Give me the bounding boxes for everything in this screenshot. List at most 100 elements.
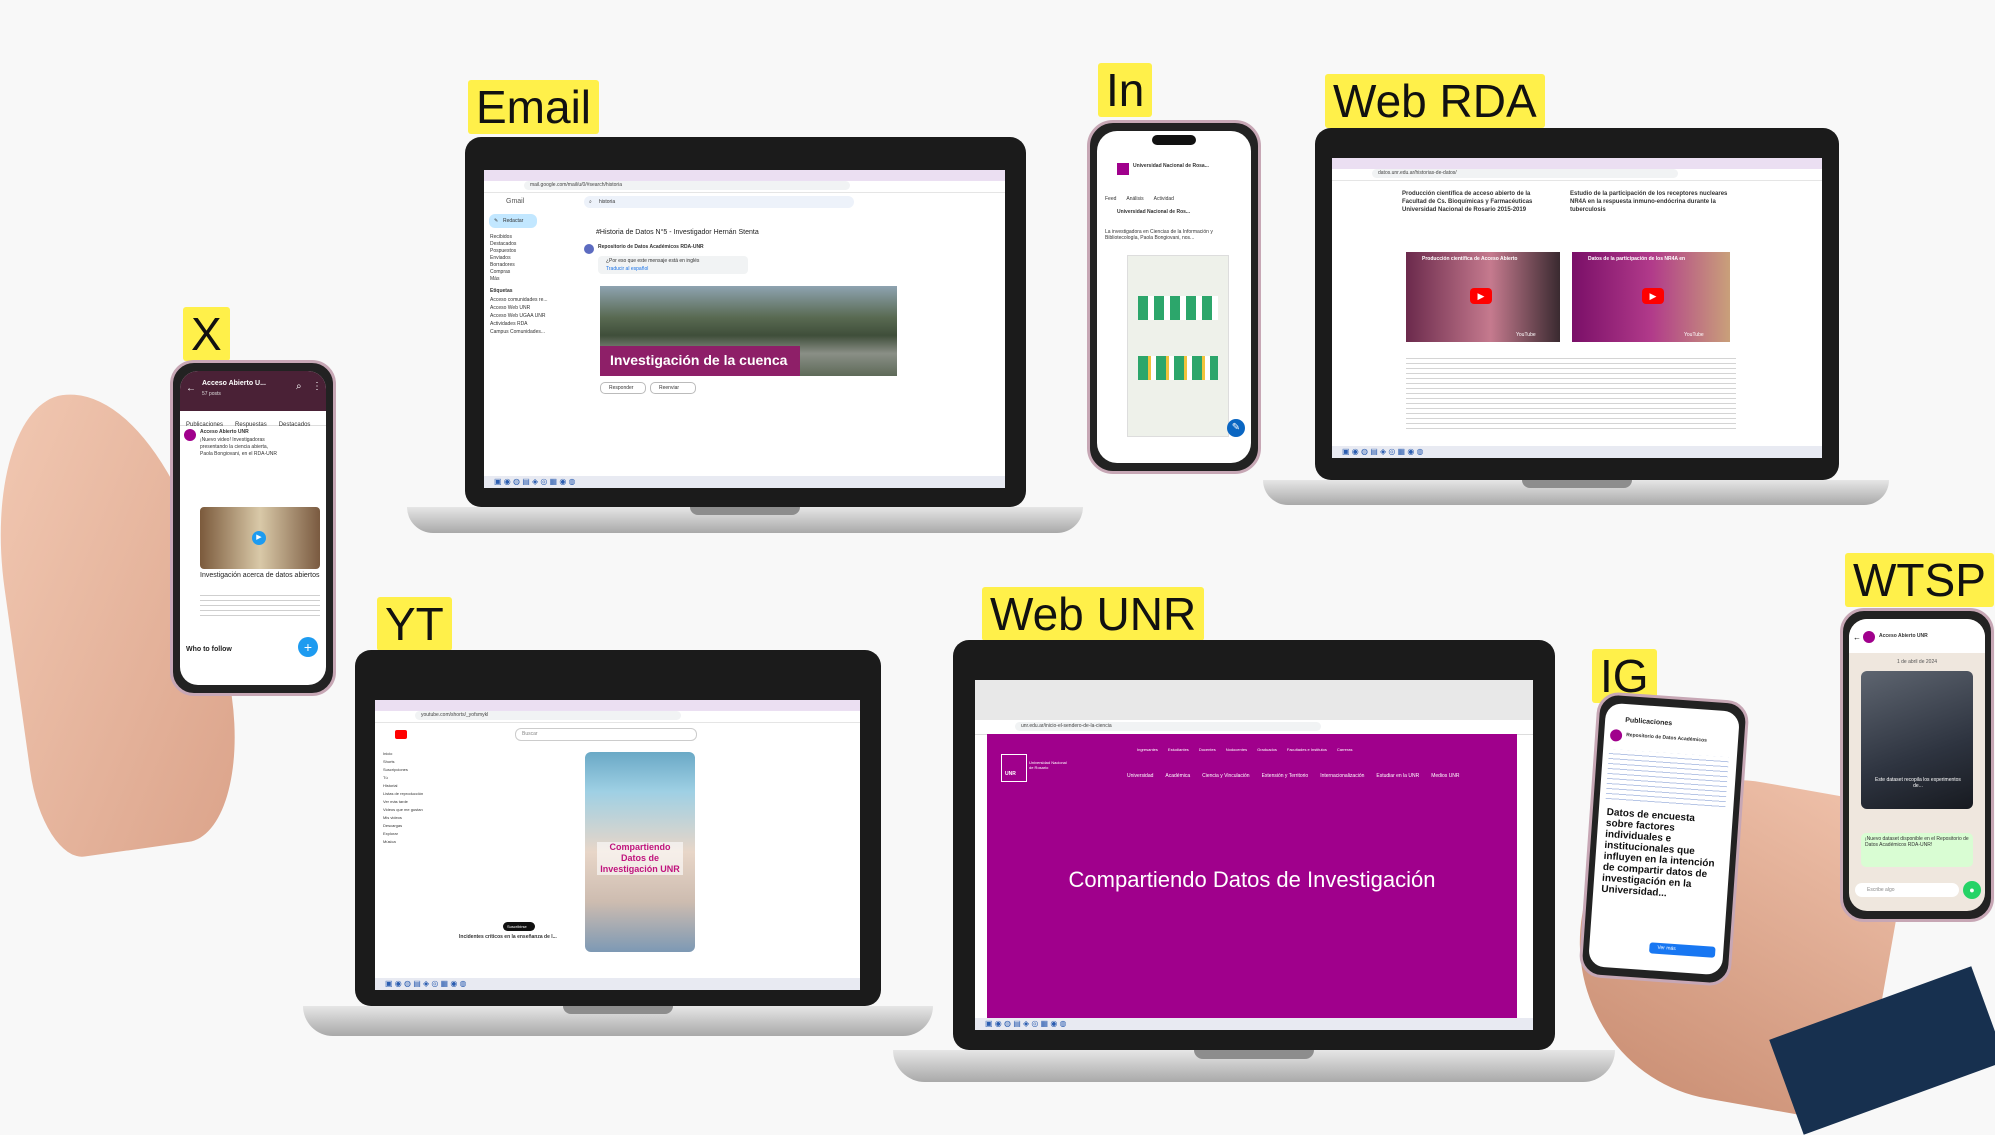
- gmail-logo[interactable]: Gmail: [506, 197, 524, 206]
- rda-citation-lines: [1406, 354, 1736, 430]
- yt-subscribe-button[interactable]: Suscribirse: [503, 922, 535, 931]
- youtube-logo[interactable]: [395, 730, 429, 739]
- gmail-label-item[interactable]: Acceso Web UGAA UNR: [490, 312, 575, 320]
- translate-link[interactable]: Traducir al español: [606, 266, 648, 272]
- unr-nav-link[interactable]: Estudiar en la UNR: [1376, 773, 1419, 779]
- gmail-nav-item[interactable]: Recibidos: [490, 234, 570, 241]
- back-arrow-icon[interactable]: ←: [186, 383, 196, 394]
- x-video-thumbnail[interactable]: ▶: [200, 507, 320, 569]
- gmail-label-item[interactable]: Actividades RDA: [490, 320, 575, 328]
- yt-nav-item[interactable]: Explorar: [383, 830, 453, 838]
- rda-video-2[interactable]: Datos de la participación de los NR4A en…: [1572, 252, 1730, 342]
- yt-nav-item[interactable]: Tú: [383, 774, 453, 782]
- gmail-nav-item[interactable]: Destacados: [490, 241, 570, 248]
- yt-search-input[interactable]: Buscar: [515, 728, 697, 741]
- compose-fab[interactable]: +: [298, 637, 318, 657]
- email-url[interactable]: mail.google.com/mail/u/0/#search/histori…: [524, 181, 850, 190]
- search-icon[interactable]: ⌕: [296, 381, 302, 392]
- unr-top-link[interactable]: Ingresantes: [1137, 747, 1158, 752]
- gmail-nav-item[interactable]: Borradores: [490, 262, 570, 269]
- unr-nav-link[interactable]: Ciencia y Vinculación: [1202, 773, 1249, 779]
- ig-text-lines: [1605, 748, 1729, 810]
- unr-top-link[interactable]: Carreras: [1337, 747, 1353, 752]
- unr-top-link[interactable]: Docentes: [1199, 747, 1216, 752]
- in-tab[interactable]: Feed: [1105, 196, 1116, 202]
- unr-nav-link[interactable]: Extensión y Territorio: [1262, 773, 1309, 779]
- unr-logo[interactable]: UNR: [1001, 754, 1027, 782]
- x-tab[interactable]: Destacados: [279, 422, 311, 428]
- gmail-label-item[interactable]: Campus Comunidades...: [490, 328, 575, 336]
- taskbar-icons: ▣ ◉ ◍ ▤ ◈ ◎ ▦ ◉ ◍: [494, 477, 576, 486]
- unr-nav-link[interactable]: Internacionalización: [1320, 773, 1364, 779]
- windows-taskbar: ▣ ◉ ◍ ▤ ◈ ◎ ▦ ◉ ◍: [484, 476, 1005, 488]
- rda-video-1[interactable]: Producción científica de Acceso Abierto …: [1406, 252, 1560, 342]
- gmail-nav-item[interactable]: Más: [490, 276, 570, 283]
- unr-top-link[interactable]: Facultades e Institutos: [1287, 747, 1327, 752]
- sender-avatar: [584, 244, 594, 254]
- x-tab[interactable]: Publicaciones: [186, 422, 223, 428]
- labels-header: Etiquetas: [490, 288, 513, 294]
- yt-nav-item[interactable]: Mis videos: [383, 814, 453, 822]
- yt-nav-item[interactable]: Música: [383, 838, 453, 846]
- unr-nav-link[interactable]: Medios UNR: [1431, 773, 1459, 779]
- browser-tab-bar: [375, 700, 860, 711]
- wtsp-date: 1 de abril de 2024: [1896, 659, 1938, 665]
- yt-nav-item[interactable]: Listas de reproducción: [383, 790, 453, 798]
- gmail-nav-item[interactable]: Enviados: [490, 255, 570, 262]
- browser-url-bar: mail.google.com/mail/u/0/#search/histori…: [484, 181, 1005, 193]
- forward-button[interactable]: Reenviar: [650, 382, 696, 394]
- ig-phone-screen: Publicaciones Repositorio de Datos Acadé…: [1587, 702, 1741, 976]
- yt-nav-item[interactable]: Inicio: [383, 750, 453, 758]
- yt-nav-item[interactable]: Ver más tarde: [383, 798, 453, 806]
- pencil-icon: ✎: [494, 218, 499, 224]
- unr-logo-text: UNR: [1005, 771, 1016, 777]
- in-tab[interactable]: Actividad: [1154, 196, 1174, 202]
- unr-url[interactable]: unr.edu.ar/inicio-el-sendero-de-la-cienc…: [1015, 722, 1321, 731]
- wtsp-video-image[interactable]: Este dataset recopila los experimentos d…: [1861, 671, 1973, 809]
- gmail-nav-item[interactable]: Pospuestos: [490, 248, 570, 255]
- gmail-nav-item[interactable]: Compras: [490, 269, 570, 276]
- unr-gray-band: [975, 680, 1533, 720]
- yt-nav-item[interactable]: Suscripciones: [383, 766, 453, 774]
- mic-icon[interactable]: ●: [1963, 881, 1981, 899]
- in-post-image[interactable]: [1127, 255, 1229, 437]
- x-who-to-follow: Who to follow: [186, 646, 232, 653]
- back-arrow-icon[interactable]: ←: [1853, 633, 1861, 642]
- yt-nav-item[interactable]: Descargas: [383, 822, 453, 830]
- x-post-line-3: Paola Bongiovani, en el RDA-UNR: [200, 451, 277, 457]
- gmail-label-item[interactable]: Acceso comunidades re...: [490, 296, 575, 304]
- rda-url[interactable]: datos.unr.edu.ar/historias-de-datos/: [1372, 169, 1678, 178]
- unr-nav-link[interactable]: Académica: [1165, 773, 1190, 779]
- compose-button[interactable]: ✎ Redactar: [489, 214, 537, 228]
- yt-nav-item[interactable]: Shorts: [383, 758, 453, 766]
- unr-top-link[interactable]: Graduados: [1257, 747, 1277, 752]
- reply-button[interactable]: Responder: [600, 382, 646, 394]
- yt-short-video[interactable]: Compartiendo Datos de Investigación UNR: [585, 752, 695, 952]
- taskbar-icons: ▣ ◉ ◍ ▤ ◈ ◎ ▦ ◉ ◍: [985, 1019, 1067, 1028]
- unr-top-link[interactable]: Estudiantes: [1168, 747, 1189, 752]
- wtsp-input[interactable]: Escribe algo: [1855, 883, 1959, 897]
- in-edit-fab[interactable]: ✎: [1227, 419, 1245, 437]
- wtsp-message-bubble: ¡Nuevo dataset disponible en el Reposito…: [1861, 833, 1973, 867]
- in-tab[interactable]: Análisis: [1126, 196, 1143, 202]
- more-icon[interactable]: ⋮: [312, 381, 322, 392]
- play-button-icon[interactable]: ▶: [1470, 288, 1492, 304]
- yt-nav-item[interactable]: Videos que me gustan: [383, 806, 453, 814]
- ig-cta-button[interactable]: Ver más: [1648, 942, 1716, 958]
- yt-url[interactable]: youtube.com/shorts/_yofsmykl: [415, 711, 681, 720]
- play-icon[interactable]: ▶: [252, 531, 266, 545]
- gmail-label-item[interactable]: Acceso Web UNR: [490, 304, 575, 312]
- rda-col2-title: Estudio de la participación de los recep…: [1570, 191, 1728, 213]
- yt-nav-item[interactable]: Historial: [383, 782, 453, 790]
- reply-label: Responder: [609, 385, 634, 391]
- x-avatar: [184, 429, 196, 441]
- ig-post-title: Datos de encuesta sobre factores individ…: [1600, 806, 1715, 900]
- play-button-icon[interactable]: ▶: [1642, 288, 1664, 304]
- compose-label: Redactar: [503, 218, 524, 224]
- unr-nav-link[interactable]: Universidad: [1127, 773, 1153, 779]
- gmail-search-input[interactable]: ⌕ historia: [584, 196, 854, 208]
- windows-taskbar: ▣ ◉ ◍ ▤ ◈ ◎ ▦ ◉ ◍: [1332, 446, 1822, 458]
- translate-prompt: ¿Por eso que este mensaje está en inglés: [606, 258, 700, 264]
- x-tab[interactable]: Respuestas: [235, 422, 267, 428]
- unr-top-link[interactable]: Nodocentes: [1226, 747, 1247, 752]
